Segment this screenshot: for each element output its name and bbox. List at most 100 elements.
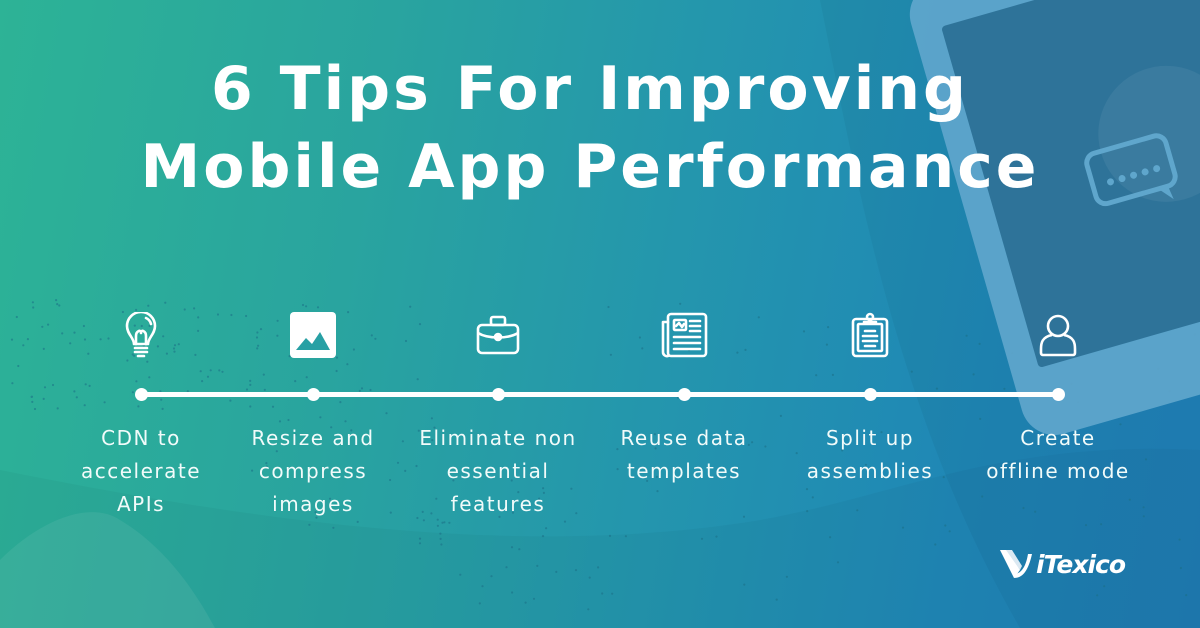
decor-dot xyxy=(555,570,558,574)
step-label: Eliminate non essential features xyxy=(419,426,577,516)
decor-dot xyxy=(1168,299,1172,302)
decor-dot xyxy=(805,488,809,491)
decor-dot xyxy=(656,490,659,493)
timeline-line xyxy=(141,392,1058,397)
decor-dot xyxy=(587,608,590,611)
decor-dot xyxy=(1100,523,1103,526)
decor-dot xyxy=(418,542,422,545)
bg-wave-bottom-left xyxy=(0,512,215,628)
timeline-step-features: Eliminate non essential features xyxy=(413,310,583,516)
image-icon xyxy=(288,310,338,360)
decor-dot xyxy=(75,396,78,399)
decor-dot xyxy=(73,390,76,393)
decor-dot xyxy=(418,537,422,540)
timeline-step-cdn: CDN to accelerate APIs xyxy=(56,310,226,516)
itexico-logo: iTexico xyxy=(1000,548,1126,580)
decor-dot xyxy=(715,535,718,538)
decor-dot xyxy=(944,524,947,527)
decor-dot xyxy=(10,338,14,341)
decor-dot xyxy=(332,526,335,529)
step-label: CDN to accelerate APIs xyxy=(80,426,202,516)
decor-dot xyxy=(209,369,212,372)
decor-dot xyxy=(815,374,818,377)
timeline-step-offline: Create offline mode xyxy=(973,310,1143,483)
decor-dot xyxy=(319,416,322,419)
decor-dot xyxy=(42,347,45,350)
decor-dot xyxy=(131,391,134,394)
decor-dot xyxy=(221,370,224,373)
decor-dot xyxy=(1168,390,1171,393)
timeline-step-templates: Reuse data templates xyxy=(599,310,769,483)
decor-dot xyxy=(910,370,913,373)
title-line-2: Mobile App Performance xyxy=(140,132,1040,202)
decor-dot xyxy=(811,496,814,499)
decor-dot xyxy=(901,526,905,529)
decor-dot xyxy=(574,569,578,572)
decor-dot xyxy=(1055,361,1058,364)
decor-dot xyxy=(1021,303,1024,306)
decor-dot xyxy=(385,412,388,415)
decor-dot xyxy=(836,561,840,564)
decor-dot xyxy=(510,591,514,594)
decor-dot xyxy=(679,302,682,305)
decor-dot xyxy=(607,305,610,309)
decor-dot xyxy=(30,395,34,398)
decor-dot xyxy=(1128,498,1131,501)
decor-dot xyxy=(33,407,37,411)
decor-dot xyxy=(478,602,481,605)
decor-dot xyxy=(439,537,442,541)
decor-dot xyxy=(31,400,34,403)
decor-dot xyxy=(56,303,59,306)
decor-dot xyxy=(965,334,968,337)
decor-dot xyxy=(164,301,167,304)
decor-dot xyxy=(505,566,508,569)
decor-dot xyxy=(17,364,20,368)
itexico-logo-mark-icon xyxy=(1000,550,1032,578)
decor-dot xyxy=(856,509,859,512)
decor-dot xyxy=(436,524,439,527)
timeline-step-images: Resize and compress images xyxy=(228,310,398,516)
decor-dot xyxy=(775,598,778,601)
decor-dot xyxy=(430,417,433,420)
decor-dot xyxy=(601,592,604,595)
decor-dot xyxy=(305,376,308,379)
decor-dot xyxy=(779,414,783,417)
decor-dot xyxy=(1157,367,1160,370)
page-title: 6 Tips For Improving Mobile App Performa… xyxy=(0,50,1200,206)
decor-dot xyxy=(360,387,364,390)
decor-dot xyxy=(103,401,106,404)
decor-dot xyxy=(409,305,412,308)
decor-dot xyxy=(1186,300,1189,303)
decor-dot xyxy=(55,299,58,302)
decor-dot xyxy=(1096,594,1099,597)
decor-dot xyxy=(15,315,18,319)
decor-dot xyxy=(301,303,305,307)
decor-dot xyxy=(263,388,266,391)
decor-dot xyxy=(245,388,249,391)
decor-dot xyxy=(541,535,545,538)
decor-dot xyxy=(218,369,221,372)
timeline-dot xyxy=(492,388,505,401)
decor-dot xyxy=(147,304,150,307)
lightbulb-icon xyxy=(116,310,166,360)
timeline-step-assemblies: Split up assemblies xyxy=(785,310,955,483)
decor-dot xyxy=(1022,506,1025,510)
decor-dot xyxy=(742,515,746,518)
decor-dot xyxy=(972,373,975,376)
decor-dot xyxy=(1142,506,1145,509)
decor-dot xyxy=(935,387,939,390)
step-label: Split up assemblies xyxy=(806,426,934,483)
decor-dot xyxy=(1084,524,1088,527)
decor-dot xyxy=(481,585,484,588)
decor-dot xyxy=(146,360,149,363)
decor-dot xyxy=(316,306,320,309)
decor-dot xyxy=(83,404,86,407)
decor-dot xyxy=(743,583,746,586)
decor-dot xyxy=(249,379,252,382)
decor-dot xyxy=(1003,387,1006,390)
decor-dot xyxy=(991,301,994,304)
decor-dot xyxy=(416,378,419,381)
decor-dot xyxy=(459,573,462,576)
decor-dot xyxy=(448,521,451,524)
briefcase-icon xyxy=(473,310,523,360)
